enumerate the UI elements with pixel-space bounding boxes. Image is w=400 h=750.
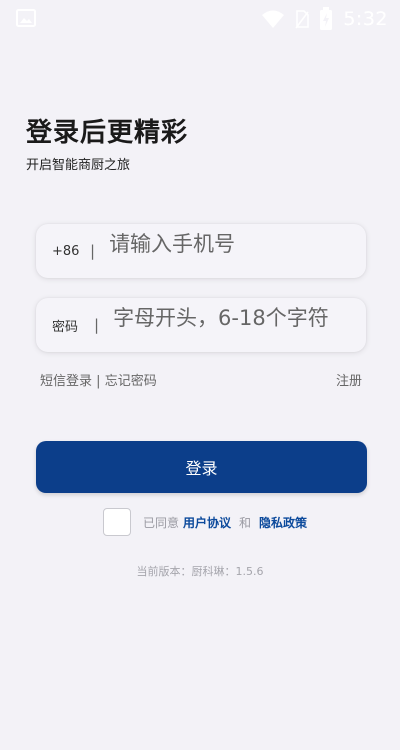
phone-field[interactable]: +86 | [36, 224, 366, 278]
agreement-checkbox[interactable] [103, 508, 131, 536]
login-button[interactable]: 登录 [36, 441, 367, 493]
agreement-row: 已同意 用户协议 和 隐私政策 [103, 507, 311, 537]
password-label: 密码 [52, 319, 79, 335]
auth-links-left: 短信登录 | 忘记密码 [40, 370, 157, 389]
agreed-label: 已同意 [143, 515, 180, 530]
clock-time: 5:32 [343, 8, 388, 30]
field-separator: | [90, 242, 96, 260]
auth-links-row: 短信登录 | 忘记密码 注册 [40, 370, 362, 389]
register-link[interactable]: 注册 [336, 370, 362, 389]
app-version: 当前版本：厨科琳：1.5.6 [136, 565, 264, 578]
page-title: 登录后更精彩 [26, 118, 189, 148]
password-input[interactable] [113, 306, 366, 330]
password-field[interactable]: 密码 | [36, 298, 366, 352]
sms-login-link[interactable]: 短信登录 [40, 374, 92, 389]
no-sim-icon [295, 9, 310, 29]
forgot-password-link[interactable]: 忘记密码 [105, 374, 157, 389]
status-bar: 5:32 [0, 0, 400, 38]
status-icons: 5:32 [261, 6, 388, 32]
links-divider: | [96, 374, 101, 389]
image-icon [16, 9, 36, 27]
user-agreement-link[interactable]: 用户协议 [183, 514, 231, 531]
field-separator: | [94, 316, 100, 334]
and-label: 和 [239, 515, 252, 530]
country-code-prefix[interactable]: +86 [52, 244, 84, 259]
wifi-icon [261, 9, 285, 29]
privacy-policy-link[interactable]: 隐私政策 [259, 514, 307, 531]
phone-input[interactable] [109, 232, 360, 256]
battery-charging-icon [319, 7, 333, 31]
page-subtitle: 开启智能商厨之旅 [26, 158, 131, 173]
